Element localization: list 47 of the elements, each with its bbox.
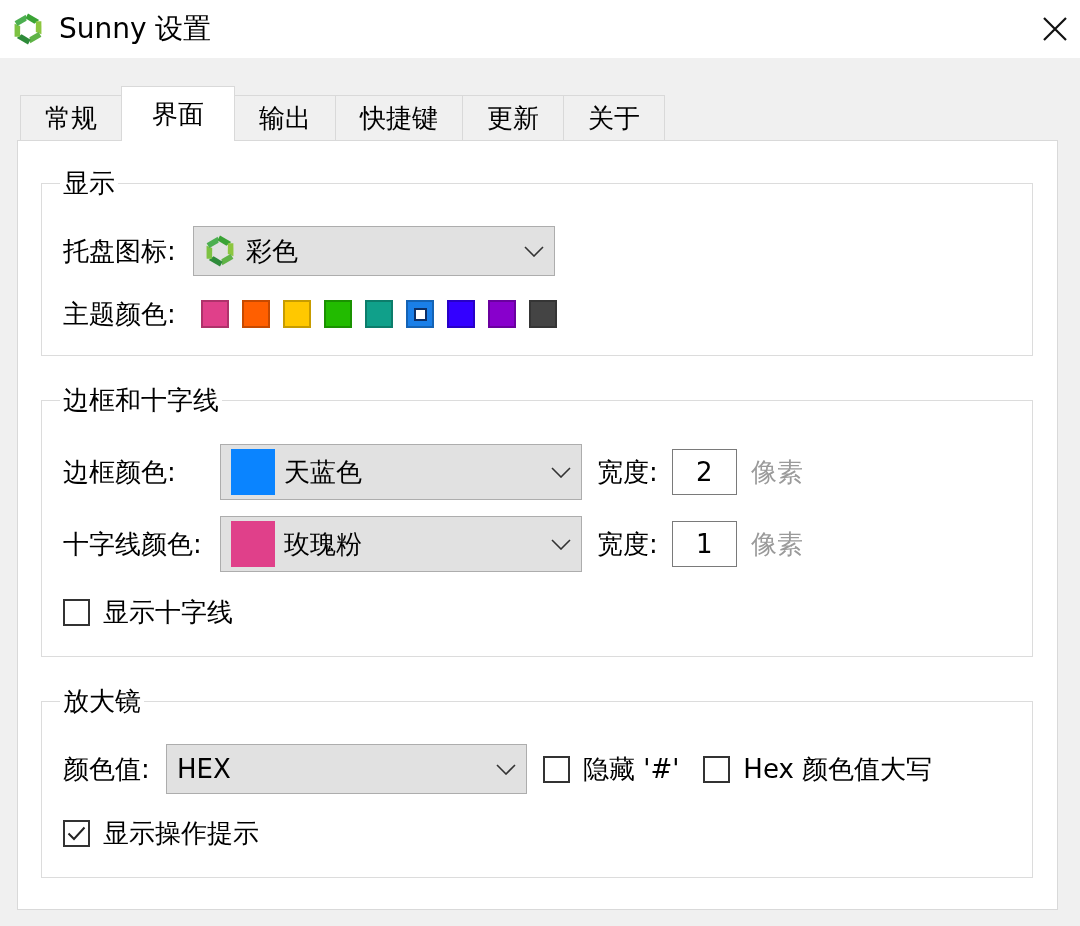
chevron-down-icon bbox=[496, 763, 516, 775]
color-swatch-icon[interactable] bbox=[324, 300, 352, 328]
group-title: 放大镜 bbox=[62, 686, 142, 716]
checkbox-label[interactable]: 隐藏 '#' bbox=[583, 754, 680, 784]
tray-icon-dropdown[interactable]: 彩色 bbox=[193, 226, 555, 276]
field-label: 主题颜色: bbox=[63, 299, 177, 329]
field-label: 边框颜色: bbox=[63, 457, 177, 487]
field-label: 宽度: bbox=[597, 529, 658, 559]
chevron-down-icon bbox=[551, 466, 571, 478]
width-field[interactable]: 2 bbox=[671, 449, 737, 495]
checkbox-label[interactable]: 显示操作提示 bbox=[103, 818, 259, 848]
color-swatch-icon[interactable] bbox=[201, 300, 229, 328]
color-swatch-icon[interactable] bbox=[365, 300, 393, 328]
color-swatch-icon[interactable] bbox=[242, 300, 270, 328]
checkbox[interactable] bbox=[63, 598, 90, 626]
checkbox-label[interactable]: Hex 颜色值大写 bbox=[743, 754, 933, 784]
logo-icon bbox=[204, 235, 236, 267]
checkbox-label[interactable]: 显示十字线 bbox=[103, 597, 233, 627]
unit-label: 像素 bbox=[750, 529, 803, 559]
color-swatch-icon[interactable] bbox=[406, 300, 434, 328]
tab[interactable]: 常规 bbox=[20, 95, 122, 141]
field-label: 宽度: bbox=[597, 457, 658, 487]
close-icon[interactable] bbox=[1043, 17, 1067, 41]
checkmark-icon bbox=[67, 825, 86, 841]
tab[interactable]: 关于 bbox=[563, 95, 665, 141]
color-swatch-icon[interactable] bbox=[283, 300, 311, 328]
chevron-down-icon bbox=[524, 245, 544, 257]
checkbox[interactable] bbox=[543, 755, 570, 783]
chevron-down-icon bbox=[551, 538, 571, 550]
field-label: 颜色值: bbox=[63, 754, 151, 784]
group-title: 显示 bbox=[62, 168, 116, 198]
tab[interactable]: 界面 bbox=[121, 86, 235, 141]
window-title: Sunny 设置 bbox=[59, 12, 212, 46]
unit-label: 像素 bbox=[750, 457, 803, 487]
color-dropdown[interactable]: 天蓝色 bbox=[220, 444, 582, 500]
field-label: 十字线颜色: bbox=[63, 529, 203, 559]
field-label: 托盘图标: bbox=[63, 236, 177, 266]
color-swatch-icon[interactable] bbox=[447, 300, 475, 328]
width-field[interactable]: 1 bbox=[671, 521, 737, 567]
color-swatch-icon[interactable] bbox=[488, 300, 516, 328]
color-format-dropdown[interactable]: HEX bbox=[166, 744, 527, 794]
checkbox[interactable] bbox=[703, 755, 731, 783]
checkbox[interactable] bbox=[63, 819, 90, 847]
logo-icon bbox=[12, 13, 44, 45]
group-title: 边框和十字线 bbox=[62, 385, 220, 415]
color-swatch-icon[interactable] bbox=[529, 300, 557, 328]
color-dropdown[interactable]: 玫瑰粉 bbox=[220, 516, 582, 572]
